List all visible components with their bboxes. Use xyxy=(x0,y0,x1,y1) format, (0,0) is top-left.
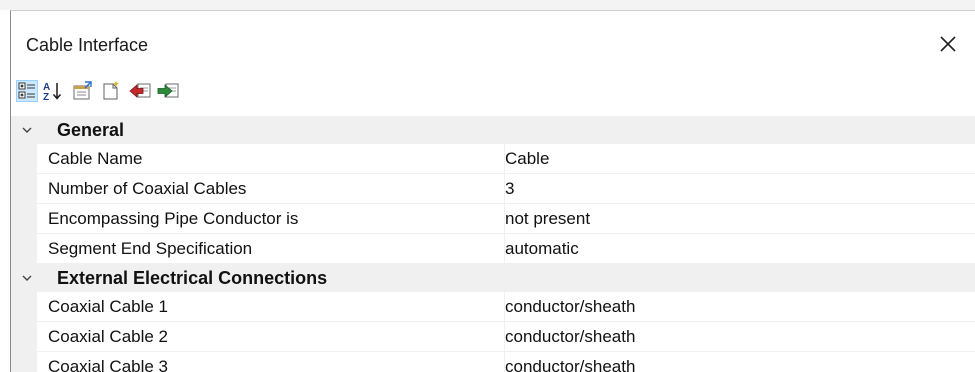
export-icon xyxy=(157,83,179,98)
row-gutter xyxy=(11,352,37,372)
property-value[interactable]: not present xyxy=(505,209,590,229)
property-value[interactable]: conductor/sheath xyxy=(505,297,635,317)
import-button[interactable] xyxy=(128,80,151,102)
property-name: Coaxial Cable 2 xyxy=(48,327,169,346)
property-row-cable-name[interactable]: Cable Name Cable xyxy=(11,144,975,174)
background-strip xyxy=(0,0,975,10)
property-name-cell: Coaxial Cable 3 xyxy=(37,352,505,372)
property-grid-toolbar: A Z xyxy=(11,77,975,107)
property-row-segment-end-specification[interactable]: Segment End Specification automatic xyxy=(11,234,975,264)
property-value-cell[interactable]: conductor/sheath xyxy=(505,292,975,322)
property-value[interactable]: automatic xyxy=(505,239,579,259)
property-name: Coaxial Cable 3 xyxy=(48,357,169,372)
close-icon[interactable] xyxy=(935,31,961,57)
row-gutter xyxy=(11,204,37,234)
cable-interface-dialog: Cable Interface A Z General Cable Name C… xyxy=(10,10,975,372)
category-label: General xyxy=(57,120,125,140)
row-gutter xyxy=(11,174,37,204)
category-label: External Electrical Connections xyxy=(57,268,328,288)
import-icon xyxy=(129,83,151,98)
property-name: Segment End Specification xyxy=(48,239,253,258)
property-value-cell[interactable]: conductor/sheath xyxy=(505,322,975,352)
sort-alphabetical-button[interactable]: A Z xyxy=(42,80,64,103)
property-name-cell: Encompassing Pipe Conductor is xyxy=(37,204,505,234)
export-button[interactable] xyxy=(156,80,179,102)
property-value-cell[interactable]: automatic xyxy=(505,234,975,264)
property-value[interactable]: 3 xyxy=(505,179,514,199)
title-bar: Cable Interface xyxy=(11,11,975,77)
property-row-encompassing-pipe-conductor[interactable]: Encompassing Pipe Conductor is not prese… xyxy=(11,204,975,234)
property-row-coaxial-cable-1[interactable]: Coaxial Cable 1 conductor/sheath xyxy=(11,292,975,322)
row-gutter xyxy=(11,144,37,174)
row-gutter xyxy=(11,234,37,264)
property-value-cell[interactable]: 3 xyxy=(505,174,975,204)
property-value[interactable]: Cable xyxy=(505,149,549,169)
property-name-cell: Cable Name xyxy=(37,144,505,174)
new-document-button[interactable] xyxy=(100,80,122,102)
property-value-cell[interactable]: not present xyxy=(505,204,975,234)
new-document-icon xyxy=(103,81,119,100)
property-name-cell: Segment End Specification xyxy=(37,234,505,264)
svg-text:Z: Z xyxy=(43,92,49,102)
property-grid: General Cable Name Cable Number of Coaxi… xyxy=(11,116,975,372)
category-general[interactable]: General xyxy=(11,116,975,144)
property-row-coaxial-cable-2[interactable]: Coaxial Cable 2 conductor/sheath xyxy=(11,322,975,352)
chevron-down-icon[interactable] xyxy=(21,272,33,284)
property-row-coaxial-cable-3[interactable]: Coaxial Cable 3 conductor/sheath xyxy=(11,352,975,372)
property-value-cell[interactable]: conductor/sheath xyxy=(505,352,975,372)
property-row-number-of-coaxial-cables[interactable]: Number of Coaxial Cables 3 xyxy=(11,174,975,204)
chevron-down-icon[interactable] xyxy=(21,124,33,136)
sort-alphabetical-icon: A Z xyxy=(43,82,62,103)
row-gutter xyxy=(11,322,37,352)
property-name: Number of Coaxial Cables xyxy=(48,179,247,198)
screen: Cable Interface A Z General Cable Name C… xyxy=(0,0,975,372)
category-external-electrical-connections[interactable]: External Electrical Connections xyxy=(11,264,975,292)
property-value[interactable]: conductor/sheath xyxy=(505,357,635,372)
property-value-cell[interactable]: Cable xyxy=(505,144,975,174)
property-name: Encompassing Pipe Conductor is xyxy=(48,209,299,228)
property-pages-icon xyxy=(73,81,92,100)
window-title: Cable Interface xyxy=(26,35,149,55)
property-pages-button[interactable] xyxy=(71,80,93,102)
property-name: Coaxial Cable 1 xyxy=(48,297,169,316)
property-name-cell: Number of Coaxial Cables xyxy=(37,174,505,204)
categorized-button[interactable] xyxy=(16,80,38,102)
categorized-icon xyxy=(18,82,35,99)
row-gutter xyxy=(11,292,37,322)
property-name-cell: Coaxial Cable 1 xyxy=(37,292,505,322)
property-value[interactable]: conductor/sheath xyxy=(505,327,635,347)
property-name-cell: Coaxial Cable 2 xyxy=(37,322,505,352)
property-name: Cable Name xyxy=(48,149,143,168)
